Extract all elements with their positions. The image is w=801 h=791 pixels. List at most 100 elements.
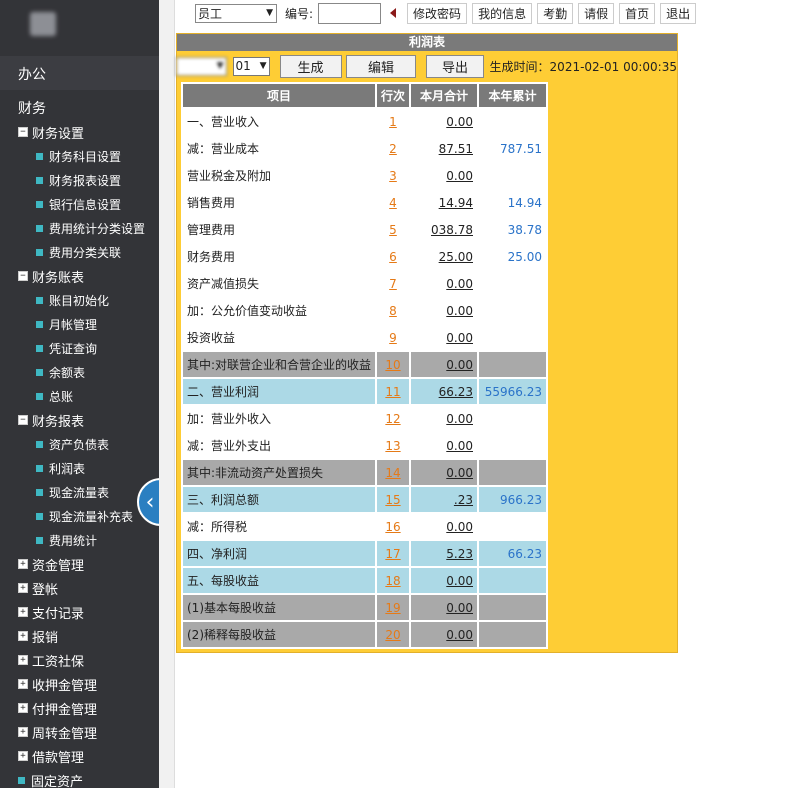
month-value: 5.23 (446, 546, 473, 561)
toolbar-button[interactable]: 请假 (578, 2, 615, 24)
sidebar-item[interactable]: 费用统计分类设置 (36, 217, 145, 239)
expand-icon: + (18, 655, 28, 665)
month-value: 66.23 (438, 384, 473, 399)
month-cell: 87.51 (411, 136, 477, 161)
year-cell (479, 595, 546, 620)
sidebar-item-label: 固定资产 (31, 774, 84, 790)
sidebar-item-label: 账目初始化 (49, 293, 110, 308)
line-link[interactable]: 15 (385, 493, 400, 507)
line-link[interactable]: 17 (385, 547, 400, 561)
generate-button[interactable]: 生成 (279, 54, 342, 78)
splitter[interactable] (159, 0, 175, 788)
bullet-icon (18, 776, 25, 784)
employee-select[interactable]: 员工 ▼ (195, 3, 277, 23)
sidebar-item[interactable]: − 财务设置 (18, 121, 84, 143)
sidebar-item[interactable]: 现金流量补充表 (36, 505, 133, 527)
line-cell: 15 (377, 487, 409, 512)
id-label: 编号: (285, 6, 314, 21)
sidebar-item-label: 登帐 (32, 582, 59, 598)
nav-office[interactable]: 办公 (18, 64, 46, 84)
line-link[interactable]: 9 (389, 331, 397, 345)
year-cell: 25.00 (479, 244, 546, 269)
month-value: 0.00 (446, 627, 473, 642)
expand-icon: + (18, 703, 28, 713)
sidebar-item-label: 财务设置 (32, 126, 85, 142)
toolbar-button[interactable]: 修改密码 (407, 2, 468, 24)
table-row: 三、利润总额 15 .23 966.23 (183, 487, 546, 512)
col-item-header: 项目 (183, 84, 375, 107)
export-button[interactable]: 导出 (426, 54, 484, 78)
line-cell: 4 (377, 190, 409, 215)
month-cell: 038.78 (411, 217, 477, 242)
sidebar-item[interactable]: + 报销 (18, 625, 58, 647)
toolbar-button[interactable]: 退出 (660, 2, 697, 24)
sidebar-item[interactable]: 财务报表设置 (36, 169, 121, 191)
sidebar-item[interactable]: 费用分类关联 (36, 241, 121, 263)
line-link[interactable]: 18 (385, 574, 400, 588)
line-link[interactable]: 1 (389, 115, 397, 129)
line-link[interactable]: 20 (385, 628, 400, 642)
id-input[interactable] (318, 2, 382, 24)
table-row: 营业税金及附加 3 0.00 (183, 163, 546, 188)
toolbar-button[interactable]: 我的信息 (472, 2, 533, 24)
sidebar-item[interactable]: 财务科目设置 (36, 145, 121, 167)
sidebar-item-label: 余额表 (49, 365, 86, 380)
nav-finance[interactable]: 财务 (18, 98, 46, 118)
line-link[interactable]: 16 (385, 520, 400, 534)
sidebar-item[interactable]: 余额表 (36, 361, 85, 383)
line-link[interactable]: 13 (385, 439, 400, 453)
line-link[interactable]: 19 (385, 601, 400, 615)
sidebar-item-label: 财务报表设置 (49, 173, 122, 188)
line-cell: 6 (377, 244, 409, 269)
line-link[interactable]: 14 (385, 466, 400, 480)
line-link[interactable]: 10 (385, 358, 400, 372)
line-link[interactable]: 5 (389, 223, 397, 237)
bullet-icon (36, 200, 43, 208)
month-value: 0.00 (446, 465, 473, 480)
toolbar-button[interactable]: 首页 (619, 2, 656, 24)
line-link[interactable]: 12 (385, 412, 400, 426)
sidebar-item[interactable]: + 支付记录 (18, 601, 84, 623)
col-line-header: 行次 (377, 84, 409, 107)
sidebar-item[interactable]: 资产负债表 (36, 433, 109, 455)
table-row: 其中:对联营企业和合营企业的收益 10 0.00 (183, 352, 546, 377)
expand-icon: + (18, 679, 28, 689)
sidebar-item[interactable]: 银行信息设置 (36, 193, 121, 215)
year-cell (479, 460, 546, 485)
sidebar-item[interactable]: 利润表 (36, 457, 85, 479)
line-link[interactable]: 11 (385, 385, 400, 399)
line-link[interactable]: 6 (389, 250, 397, 264)
sidebar-item[interactable]: + 借款管理 (18, 745, 84, 767)
line-link[interactable]: 7 (389, 277, 397, 291)
sidebar-item[interactable]: 凭证查询 (36, 337, 97, 359)
sidebar-item[interactable]: + 付押金管理 (18, 697, 97, 719)
employee-select-value: 员工 (198, 6, 223, 21)
month-cell: 5.23 (411, 541, 477, 566)
sidebar-item[interactable]: 费用统计 (36, 529, 97, 551)
sidebar-item[interactable]: 现金流量表 (36, 481, 109, 503)
sidebar-item[interactable]: 总账 (36, 385, 73, 407)
sidebar-item[interactable]: + 工资社保 (18, 649, 84, 671)
year-select[interactable]: ▼ (176, 56, 227, 76)
toolbar-buttons: 修改密码 我的信息 考勤 请假 首页 退出 (407, 2, 697, 24)
sidebar-item-label: 资产负债表 (49, 437, 110, 452)
month-select[interactable]: 01 ▼ (232, 56, 270, 76)
sidebar-item[interactable]: 月帐管理 (36, 313, 97, 335)
sidebar-item[interactable]: − 财务账表 (18, 265, 84, 287)
sidebar-item[interactable]: + 登帐 (18, 577, 58, 599)
line-link[interactable]: 3 (389, 169, 397, 183)
year-cell (479, 352, 546, 377)
sidebar-item[interactable]: + 收押金管理 (18, 673, 97, 695)
line-link[interactable]: 8 (389, 304, 397, 318)
edit-button[interactable]: 编辑 (345, 54, 417, 78)
line-cell: 13 (377, 433, 409, 458)
toolbar-button[interactable]: 考勤 (537, 2, 574, 24)
sidebar-item[interactable]: − 财务报表 (18, 409, 84, 431)
line-link[interactable]: 2 (389, 142, 397, 156)
sidebar-item[interactable]: + 周转金管理 (18, 721, 97, 743)
sidebar-item[interactable]: + 资金管理 (18, 553, 84, 575)
year-cell (479, 325, 546, 350)
line-link[interactable]: 4 (389, 196, 397, 210)
sidebar-item[interactable]: 账目初始化 (36, 289, 109, 311)
logo (30, 12, 56, 36)
